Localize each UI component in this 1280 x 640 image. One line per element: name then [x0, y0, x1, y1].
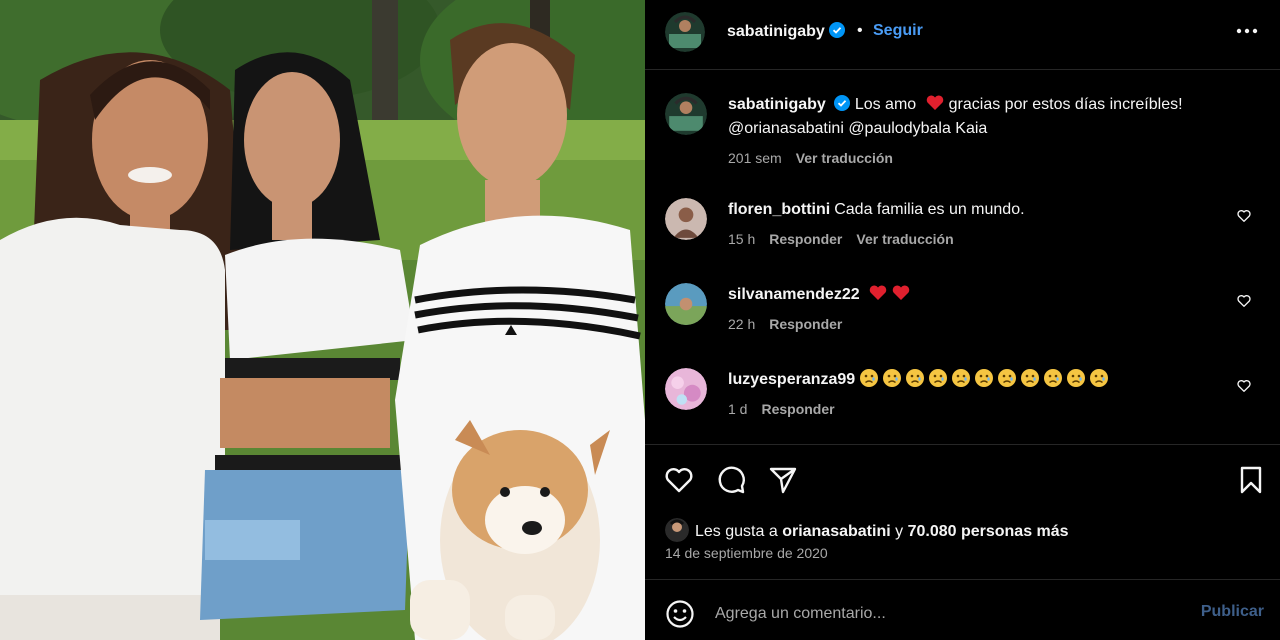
caption-body: sabatinigaby Los amo gracias por estos dí…: [728, 93, 1228, 167]
sad-face-emoji-icon: [929, 369, 948, 387]
post-actions: Les gusta a orianasabatini y 70.080 pers…: [645, 446, 1280, 580]
caption-username[interactable]: sabatinigaby: [728, 96, 826, 113]
sad-face-emoji-icon: [883, 369, 902, 387]
comment-reply-button[interactable]: Responder: [761, 401, 834, 417]
emoji-picker-icon[interactable]: [665, 599, 695, 629]
commenter-avatar[interactable]: [665, 283, 707, 325]
more-options-icon[interactable]: [1234, 18, 1260, 44]
comment-meta: 1 d Responder: [728, 400, 1228, 418]
caption-time[interactable]: 201 sem: [728, 150, 782, 166]
sad-face-emoji-icon: [998, 369, 1017, 387]
caption-meta: 201 sem Ver traducción: [728, 149, 1228, 167]
commenter-avatar[interactable]: [665, 368, 707, 410]
verified-badge-icon: [833, 95, 850, 111]
caption-line-2: @orianasabatini @paulodybala Kaia: [728, 120, 988, 137]
author-username[interactable]: sabatinigaby: [727, 23, 825, 40]
share-send-icon[interactable]: [767, 464, 799, 496]
comment-reply-button[interactable]: Responder: [769, 316, 842, 332]
comment-time[interactable]: 22 h: [728, 316, 755, 332]
caption-avatar[interactable]: [665, 93, 707, 135]
likes-summary: Les gusta a orianasabatini y 70.080 pers…: [665, 518, 1069, 542]
comments-list[interactable]: sabatinigaby Los amo gracias por estos dí…: [645, 71, 1280, 445]
comment-translate-link[interactable]: Ver traducción: [856, 231, 953, 247]
save-bookmark-icon[interactable]: [1235, 464, 1267, 496]
red-heart-emoji-icon: [892, 285, 909, 300]
caption-text-start: Los amo: [854, 96, 917, 113]
comment-input[interactable]: [715, 601, 1175, 627]
post-header: sabatinigaby • Seguir: [645, 0, 1280, 70]
comment-username[interactable]: silvanamendez22: [728, 286, 860, 303]
comment-body: floren_bottini Cada familia es un mundo. …: [728, 198, 1228, 248]
post-date[interactable]: 14 de septiembre de 2020: [665, 545, 828, 561]
comment-reply-button[interactable]: Responder: [769, 231, 842, 247]
comment-body: silvanamendez22 22 h Responder: [728, 283, 1228, 333]
sad-face-emoji-icon: [975, 369, 994, 387]
comment-text: Cada familia es un mundo.: [834, 201, 1025, 218]
comment-username[interactable]: floren_bottini: [728, 201, 830, 218]
sad-face-emoji-icon: [1021, 369, 1040, 387]
verified-badge-icon: [828, 22, 845, 38]
sad-face-emoji-icon: [1090, 369, 1109, 387]
sad-face-emoji-icon: [952, 369, 971, 387]
liker-avatar[interactable]: [665, 518, 689, 542]
comment-body: luzyesperanza99 1 d Responder: [728, 368, 1228, 418]
publish-button[interactable]: Publicar: [1201, 603, 1264, 621]
likes-connector: y: [895, 523, 904, 540]
post-photo-illustration: [0, 0, 645, 640]
sad-face-emoji-icon: [860, 369, 879, 387]
comment-bubble-icon[interactable]: [715, 464, 747, 496]
sad-face-emoji-icon: [1067, 369, 1086, 387]
like-heart-icon[interactable]: [663, 464, 695, 496]
like-comment-heart-icon[interactable]: [1236, 378, 1252, 394]
sad-face-emoji-icon: [1044, 369, 1063, 387]
author-avatar[interactable]: [665, 12, 705, 52]
post-photo[interactable]: [0, 0, 645, 640]
caption-text-end: gracias por estos días increíbles!: [948, 96, 1183, 113]
likes-count-link[interactable]: 70.080 personas más: [908, 523, 1069, 540]
post-side-panel: sabatinigaby • Seguir sabatinigaby Los am…: [645, 0, 1280, 640]
author-username-row[interactable]: sabatinigaby: [727, 22, 845, 41]
sad-face-emoji-icon: [906, 369, 925, 387]
comment-time[interactable]: 1 d: [728, 401, 747, 417]
red-heart-emoji-icon: [926, 95, 943, 110]
comment-composer: Publicar: [645, 581, 1280, 640]
like-comment-heart-icon[interactable]: [1236, 208, 1252, 224]
caption-translate-link[interactable]: Ver traducción: [796, 150, 893, 166]
commenter-avatar[interactable]: [665, 198, 707, 240]
comment-meta: 15 h Responder Ver traducción: [728, 230, 1228, 248]
header-dot-separator: •: [857, 22, 863, 39]
comment-time[interactable]: 15 h: [728, 231, 755, 247]
red-heart-emoji-icon: [869, 285, 886, 300]
like-comment-heart-icon[interactable]: [1236, 293, 1252, 309]
likes-prefix: Les gusta a: [695, 523, 778, 540]
comment-username[interactable]: luzyesperanza99: [728, 371, 855, 388]
follow-button[interactable]: Seguir: [873, 22, 923, 40]
likes-user-link[interactable]: orianasabatini: [782, 523, 890, 540]
comment-meta: 22 h Responder: [728, 315, 1228, 333]
